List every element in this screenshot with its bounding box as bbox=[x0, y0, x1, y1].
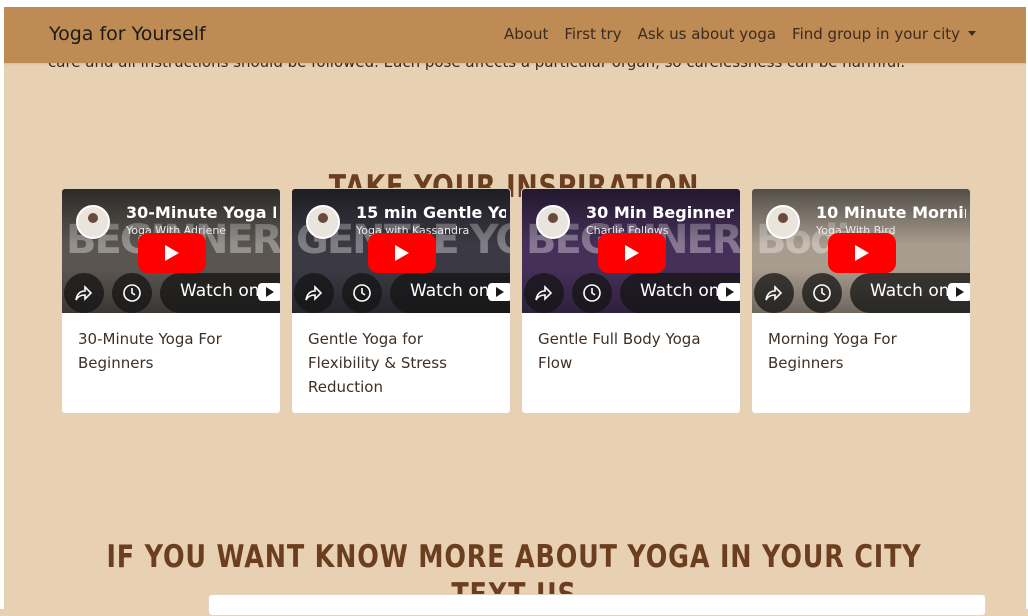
card-body: Morning Yoga For Beginners bbox=[752, 313, 970, 375]
youtube-embed[interactable]: BEGINNERS 30-Minute Yoga F Yoga With Adr… bbox=[62, 189, 280, 313]
brand-logo-link[interactable]: Yoga for Yourself bbox=[49, 23, 206, 45]
youtube-play-icon[interactable] bbox=[828, 233, 896, 273]
navbar: Yoga for Yourself About First try Ask us… bbox=[4, 7, 1028, 63]
youtube-play-icon[interactable] bbox=[368, 233, 436, 273]
card-title: Gentle Full Body Yoga Flow bbox=[538, 330, 701, 372]
card-title: 30-Minute Yoga For Beginners bbox=[78, 330, 222, 372]
clock-icon bbox=[353, 284, 371, 302]
card-title: Gentle Yoga for Flexibility & Stress Red… bbox=[308, 330, 447, 396]
channel-avatar[interactable] bbox=[76, 205, 110, 239]
channel-avatar[interactable] bbox=[306, 205, 340, 239]
card-title: Morning Yoga For Beginners bbox=[768, 330, 897, 372]
watch-later-button[interactable] bbox=[802, 273, 842, 313]
watch-later-button[interactable] bbox=[342, 273, 382, 313]
nav-link-about[interactable]: About bbox=[504, 25, 548, 43]
youtube-logo-icon bbox=[948, 283, 970, 301]
card-body: 30-Minute Yoga For Beginners bbox=[62, 313, 280, 375]
watch-on-label: Watch on bbox=[410, 281, 490, 301]
share-button[interactable] bbox=[294, 273, 334, 313]
watch-later-button[interactable] bbox=[112, 273, 152, 313]
video-title[interactable]: 30 Min Beginner bbox=[586, 203, 736, 222]
watch-later-button[interactable] bbox=[572, 273, 612, 313]
watch-on-label: Watch on bbox=[180, 281, 260, 301]
watch-on-label: Watch on bbox=[640, 281, 720, 301]
youtube-embed[interactable]: GENTLE YOGA 15 min Gentle Yog Yoga with … bbox=[292, 189, 510, 313]
video-card: BEGINNER YOGA 30 Min Beginner Charlie Fo… bbox=[521, 188, 741, 414]
youtube-logo-icon bbox=[258, 283, 280, 301]
card-body: Gentle Full Body Yoga Flow bbox=[522, 313, 740, 375]
nav-dropdown-label: Find group in your city bbox=[792, 25, 960, 43]
window-left-edge bbox=[0, 0, 4, 609]
share-icon bbox=[765, 285, 783, 301]
youtube-logo-icon bbox=[488, 283, 510, 301]
video-title[interactable]: 30-Minute Yoga F bbox=[126, 203, 276, 222]
clock-icon bbox=[583, 284, 601, 302]
nav-dropdown-find-group[interactable]: Find group in your city bbox=[792, 25, 976, 43]
share-button[interactable] bbox=[64, 273, 104, 313]
video-title[interactable]: 15 min Gentle Yog bbox=[356, 203, 506, 222]
watch-on-label: Watch on bbox=[870, 281, 950, 301]
video-card: Bodies 10 Minute Mornin Yoga With Bird W… bbox=[751, 188, 971, 414]
video-cards: BEGINNERS 30-Minute Yoga F Yoga With Adr… bbox=[61, 188, 971, 414]
youtube-embed[interactable]: BEGINNER YOGA 30 Min Beginner Charlie Fo… bbox=[522, 189, 740, 313]
share-button[interactable] bbox=[524, 273, 564, 313]
youtube-play-icon[interactable] bbox=[138, 233, 206, 273]
video-title[interactable]: 10 Minute Mornin bbox=[816, 203, 966, 222]
channel-avatar[interactable] bbox=[536, 205, 570, 239]
share-icon bbox=[75, 285, 93, 301]
contact-form[interactable] bbox=[208, 594, 986, 616]
nav-links: About First try Ask us about yoga Find g… bbox=[504, 25, 976, 43]
dropdown-caret-icon bbox=[968, 31, 976, 36]
nav-link-ask-us[interactable]: Ask us about yoga bbox=[638, 25, 776, 43]
video-card: GENTLE YOGA 15 min Gentle Yog Yoga with … bbox=[291, 188, 511, 414]
clock-icon bbox=[123, 284, 141, 302]
clock-icon bbox=[813, 284, 831, 302]
share-icon bbox=[535, 285, 553, 301]
contact-title-line-1: IF YOU WANT KNOW MORE ABOUT YOGA IN YOUR… bbox=[106, 538, 922, 575]
nav-link-first-try[interactable]: First try bbox=[564, 25, 621, 43]
video-card: BEGINNERS 30-Minute Yoga F Yoga With Adr… bbox=[61, 188, 281, 414]
channel-avatar[interactable] bbox=[766, 205, 800, 239]
card-body: Gentle Yoga for Flexibility & Stress Red… bbox=[292, 313, 510, 399]
youtube-play-icon[interactable] bbox=[598, 233, 666, 273]
youtube-embed[interactable]: Bodies 10 Minute Mornin Yoga With Bird W… bbox=[752, 189, 970, 313]
youtube-logo-icon bbox=[718, 283, 740, 301]
share-button[interactable] bbox=[754, 273, 794, 313]
window-top-edge bbox=[0, 0, 1028, 7]
share-icon bbox=[305, 285, 323, 301]
